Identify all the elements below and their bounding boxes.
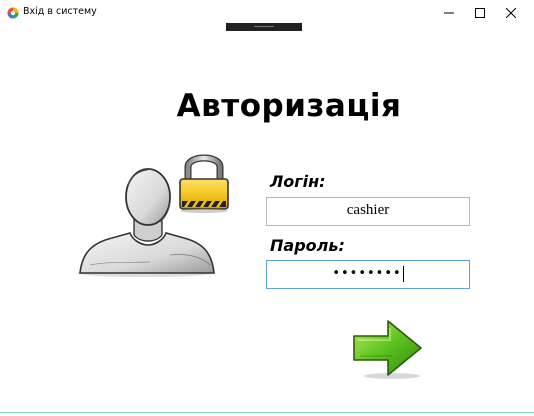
user-silhouette-icon — [77, 154, 229, 277]
bottom-border — [0, 412, 534, 413]
close-icon — [505, 8, 516, 18]
login-field[interactable]: cashier — [266, 197, 470, 226]
maximize-button[interactable] — [463, 0, 496, 26]
minimize-button[interactable] — [432, 0, 465, 26]
close-button[interactable] — [494, 0, 527, 26]
green-arrow-right-icon[interactable] — [350, 318, 425, 380]
padlock-icon — [179, 154, 229, 213]
login-value: cashier — [346, 202, 390, 218]
password-label: Пароль: — [270, 236, 345, 255]
password-field[interactable]: •••••••• — [266, 260, 470, 289]
app-logo-icon — [7, 7, 19, 19]
password-masked-value: •••••••• — [332, 266, 402, 281]
window-title: Вхід в систему — [23, 6, 97, 17]
login-label: Логін: — [270, 172, 326, 191]
minimize-icon — [443, 12, 454, 14]
maximize-icon — [474, 8, 485, 18]
login-window: Вхід в систему Авторизація Логін: cashie… — [0, 0, 534, 416]
text-caret — [402, 265, 404, 282]
drag-grip[interactable] — [226, 23, 302, 31]
page-title: Авторизація — [176, 88, 402, 124]
